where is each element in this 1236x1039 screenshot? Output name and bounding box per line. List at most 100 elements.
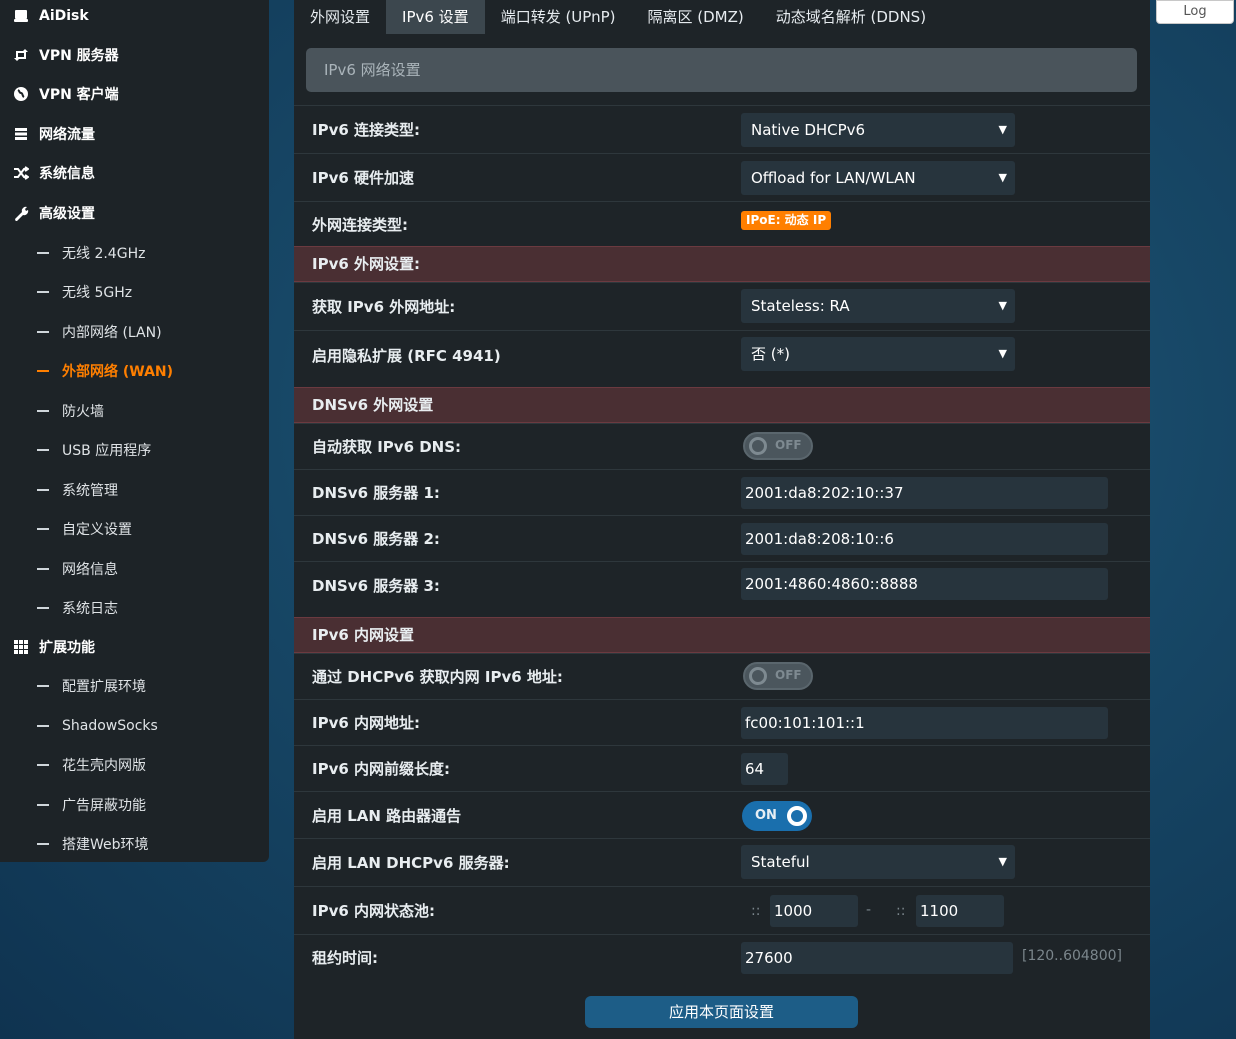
row-get-wan-addr: 获取 IPv6 外网地址: Stateless: RA ▼	[294, 282, 1150, 330]
sidebar-item-aidisk[interactable]: AiDisk	[0, 0, 269, 35]
vpn-server-icon	[13, 47, 29, 63]
dash-icon	[37, 449, 49, 451]
sidebar-sub-lan[interactable]: 内部网络 (LAN)	[0, 313, 269, 351]
lease-range-hint: [120..604800]	[1022, 948, 1122, 964]
section-dnsv6-wan: DNSv6 外网设置	[294, 387, 1150, 423]
dash-icon	[37, 370, 49, 372]
field-label: 外网连接类型:	[312, 215, 408, 234]
field-label: DNSv6 服务器 3:	[312, 577, 440, 595]
sidebar-sub-wireless-5[interactable]: 无线 5GHz	[0, 273, 269, 311]
sidebar-sub-wan[interactable]: 外部网络 (WAN)	[0, 352, 269, 390]
toggle-state: OFF	[775, 668, 802, 682]
sidebar-sub-label: 无线 2.4GHz	[62, 246, 146, 262]
tab-ddns[interactable]: 动态域名解析 (DDNS)	[760, 0, 942, 34]
dhcp-addr-toggle[interactable]: OFF	[743, 662, 813, 690]
sidebar-item-vpn-client[interactable]: VPN 客户端	[0, 75, 269, 113]
sidebar-sub-ext-env[interactable]: 配置扩展环境	[0, 667, 269, 705]
sidebar-sub-syslog[interactable]: 系统日志	[0, 589, 269, 627]
row-dns3: DNSv6 服务器 3: 2001:4860:4860::8888	[294, 561, 1150, 617]
field-label: IPv6 内网地址:	[312, 714, 421, 732]
privacy-ext-select[interactable]: 否 (*) ▼	[741, 337, 1015, 371]
pool-prefix-sep: ::	[751, 903, 761, 919]
pool-end-sep: ::	[896, 903, 906, 919]
traffic-icon	[13, 126, 29, 142]
field-label: 自动获取 IPv6 DNS:	[312, 438, 462, 456]
sidebar-sub-netinfo[interactable]: 网络信息	[0, 550, 269, 588]
tab-wan-settings[interactable]: 外网设置	[294, 0, 386, 34]
wan-type-badge: IPoE: 动态 IP	[741, 211, 832, 230]
sidebar-item-advanced[interactable]: 高级设置	[0, 194, 269, 232]
field-label: IPv6 内网状态池:	[312, 902, 436, 920]
field-label: IPv6 内网前缀长度:	[312, 760, 451, 778]
sidebar-sub-adblock[interactable]: 广告屏蔽功能	[0, 786, 269, 824]
row-router-adv: 启用 LAN 路由器通告 ON	[294, 791, 1150, 838]
dash-icon	[37, 607, 49, 609]
row-dhcp-addr: 通过 DHCPv6 获取内网 IPv6 地址: OFF	[294, 653, 1150, 699]
sidebar-sub-shadowsocks[interactable]: ShadowSocks	[0, 707, 269, 745]
row-lease: 租约时间: 27600 [120..604800]	[294, 934, 1150, 980]
dhcp-server-select[interactable]: Stateful ▼	[741, 845, 1015, 879]
pool-dash: -	[866, 902, 872, 918]
dns2-input[interactable]: 2001:da8:208:10::6	[741, 523, 1108, 555]
sidebar: AiDisk VPN 服务器 VPN 客户端 网络流量 系统信息 高级设置 无线…	[0, 0, 269, 862]
wrench-icon	[13, 205, 29, 222]
caret-down-icon: ▼	[998, 855, 1007, 868]
tab-ipv6-settings[interactable]: IPv6 设置	[386, 0, 485, 34]
toggle-knob	[749, 667, 767, 685]
sidebar-sub-label: 花生壳内网版	[62, 758, 146, 774]
sidebar-sub-label: 广告屏蔽功能	[62, 798, 146, 814]
dash-icon	[37, 804, 49, 806]
sidebar-item-sysinfo[interactable]: 系统信息	[0, 154, 269, 192]
sidebar-sub-label: 系统日志	[62, 601, 118, 617]
sidebar-item-label: VPN 服务器	[39, 48, 119, 64]
sidebar-sub-firewall[interactable]: 防火墙	[0, 392, 269, 430]
caret-down-icon: ▼	[998, 347, 1007, 360]
apply-button[interactable]: 应用本页面设置	[585, 996, 858, 1028]
sidebar-sub-custom[interactable]: 自定义设置	[0, 510, 269, 548]
sidebar-sub-label: 无线 5GHz	[62, 285, 133, 301]
sidebar-item-traffic[interactable]: 网络流量	[0, 115, 269, 153]
field-label: IPv6 连接类型:	[312, 121, 421, 139]
sidebar-item-vpn-server[interactable]: VPN 服务器	[0, 36, 269, 74]
sidebar-sub-label: 自定义设置	[62, 522, 132, 538]
dash-icon	[37, 252, 49, 254]
row-dhcp-server: 启用 LAN DHCPv6 服务器: Stateful ▼	[294, 838, 1150, 886]
router-adv-toggle[interactable]: ON	[742, 801, 812, 831]
lan-addr-input[interactable]: fc00:101:101::1	[741, 707, 1108, 739]
sidebar-sub-oray[interactable]: 花生壳内网版	[0, 746, 269, 784]
field-label: 启用隐私扩展 (RFC 4941)	[312, 347, 501, 365]
tab-upnp[interactable]: 端口转发 (UPnP)	[485, 0, 632, 34]
get-wan-addr-select[interactable]: Stateless: RA ▼	[741, 289, 1015, 323]
sidebar-item-label: 扩展功能	[39, 640, 95, 656]
pool-end-input[interactable]: 1100	[916, 895, 1004, 927]
dash-icon	[37, 489, 49, 491]
select-value: Stateless: RA	[751, 297, 850, 315]
dns3-input[interactable]: 2001:4860:4860::8888	[741, 568, 1108, 600]
sidebar-sub-admin[interactable]: 系统管理	[0, 471, 269, 509]
page-title: IPv6 网络设置	[306, 48, 1137, 92]
toggle-state: OFF	[775, 438, 802, 452]
dash-icon	[37, 291, 49, 293]
select-value: Offload for LAN/WLAN	[751, 169, 916, 187]
row-pool: IPv6 内网状态池: :: 1000 - :: 1100	[294, 886, 1150, 934]
row-dns2: DNSv6 服务器 2: 2001:da8:208:10::6	[294, 515, 1150, 561]
sidebar-sub-label: USB 应用程序	[62, 443, 152, 459]
log-button[interactable]: Log	[1156, 0, 1234, 24]
sidebar-item-label: 网络流量	[39, 127, 95, 143]
field-label: DNSv6 服务器 1:	[312, 484, 440, 502]
sidebar-item-extensions[interactable]: 扩展功能	[0, 628, 269, 666]
tab-dmz[interactable]: 隔离区 (DMZ)	[631, 0, 759, 34]
pool-start-input[interactable]: 1000	[770, 895, 858, 927]
conn-type-select[interactable]: Native DHCPv6 ▼	[741, 113, 1015, 147]
lease-input[interactable]: 27600	[741, 942, 1013, 974]
dns1-input[interactable]: 2001:da8:202:10::37	[741, 477, 1108, 509]
sidebar-sub-web-env[interactable]: 搭建Web环境	[0, 825, 269, 863]
sidebar-sub-usb[interactable]: USB 应用程序	[0, 431, 269, 469]
sidebar-sub-wireless-24[interactable]: 无线 2.4GHz	[0, 234, 269, 272]
select-value: 否 (*)	[751, 345, 790, 363]
auto-dns-toggle[interactable]: OFF	[743, 432, 813, 460]
hw-accel-select[interactable]: Offload for LAN/WLAN ▼	[741, 161, 1015, 195]
select-value: Native DHCPv6	[751, 121, 866, 139]
prefix-input[interactable]: 64	[741, 753, 788, 785]
select-value: Stateful	[751, 853, 810, 871]
